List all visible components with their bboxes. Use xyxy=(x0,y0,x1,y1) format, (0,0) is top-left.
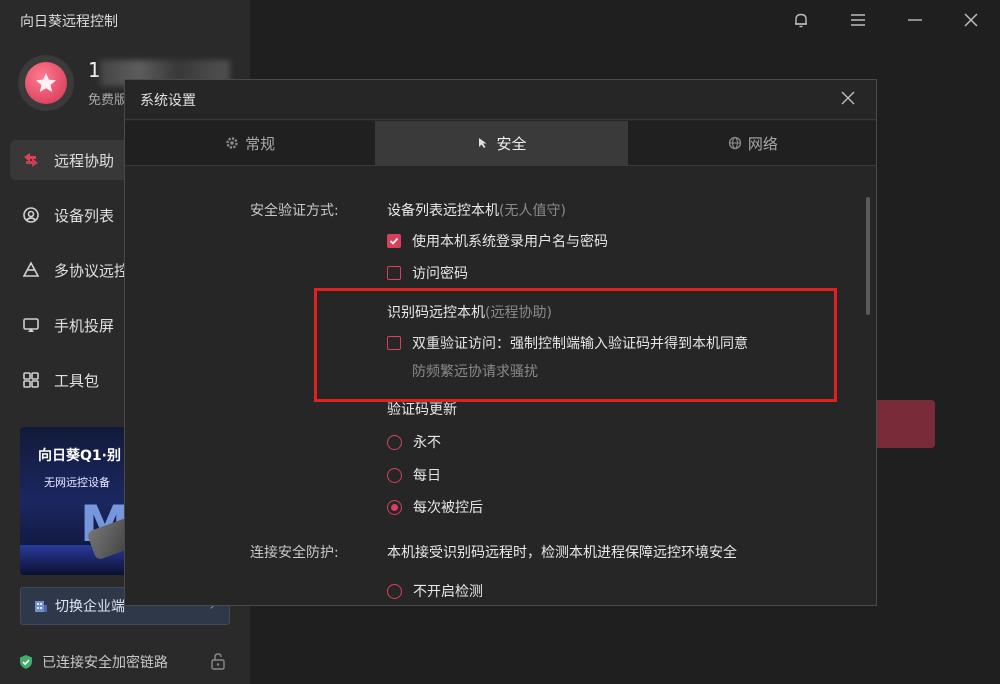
highlight-annotation-box xyxy=(314,288,837,402)
connection-status: 已连接安全加密链路 xyxy=(18,652,168,672)
radio-unselected-icon xyxy=(387,467,402,483)
device-list-section-title: 设备列表远控本机(无人值守) xyxy=(387,200,566,220)
radio-unselected-icon xyxy=(387,583,402,599)
radio-unselected-icon xyxy=(387,434,402,450)
tab-security[interactable]: 安全 xyxy=(376,121,628,165)
code-update-option-never[interactable]: 永不 xyxy=(387,432,441,452)
menu-icon[interactable] xyxy=(848,10,868,30)
code-update-option-daily[interactable]: 每日 xyxy=(387,465,441,485)
dialog-header: 系统设置 xyxy=(125,80,876,120)
tab-label: 网络 xyxy=(747,134,778,153)
unlock-icon[interactable] xyxy=(210,652,226,674)
sidebar-item-label: 远程协助 xyxy=(54,151,115,170)
sidebar-item-label: 设备列表 xyxy=(54,206,115,225)
tab-label: 安全 xyxy=(496,134,527,153)
radio-label: 不开启检测 xyxy=(413,584,483,600)
star-icon xyxy=(36,73,56,92)
connection-status-text: 已连接安全加密链路 xyxy=(42,655,168,671)
app-title: 向日葵远程控制 xyxy=(20,14,118,30)
switch-enterprise-label: 切换企业端 xyxy=(55,599,125,615)
multi-protocol-icon xyxy=(20,259,42,281)
user-plan: 免费版 xyxy=(88,93,128,108)
radio-label: 每日 xyxy=(413,468,441,484)
sidebar-item-label: 多协议远控 xyxy=(54,261,130,280)
screen-cast-icon xyxy=(20,314,42,336)
connection-protection-label: 连接安全防护: xyxy=(250,545,339,561)
security-cursor-icon xyxy=(476,136,490,150)
checkbox-unchecked-icon xyxy=(387,266,401,280)
building-icon xyxy=(33,598,49,614)
radio-label: 永不 xyxy=(413,435,441,451)
scrollbar-thumb[interactable] xyxy=(866,197,870,315)
gear-icon xyxy=(225,136,239,150)
avatar[interactable] xyxy=(18,55,74,111)
checkbox-checked-icon xyxy=(387,234,401,248)
minimize-icon[interactable] xyxy=(905,10,925,30)
radio-label: 每次被控后 xyxy=(413,500,483,516)
bell-icon[interactable] xyxy=(790,10,812,30)
shield-check-icon xyxy=(18,654,34,670)
tab-label: 常规 xyxy=(245,134,276,153)
close-window-icon[interactable] xyxy=(961,10,981,30)
auth-method-label: 安全验证方式: xyxy=(250,203,339,219)
globe-icon xyxy=(728,136,742,150)
user-name: 1 xyxy=(88,58,101,82)
device-list-icon xyxy=(20,204,42,226)
sidebar-item-label: 手机投屏 xyxy=(54,316,115,335)
settings-tabs: 常规 安全 网络 xyxy=(125,121,876,166)
device-list-note: (无人值守) xyxy=(499,203,566,219)
device-list-title-text: 设备列表远控本机 xyxy=(387,203,499,219)
dialog-title: 系统设置 xyxy=(140,92,196,109)
sidebar-item-label: 工具包 xyxy=(54,371,100,390)
code-update-title: 验证码更新 xyxy=(387,402,457,418)
close-icon[interactable] xyxy=(840,90,858,108)
connection-protection-desc: 本机接受识别码远程时，检测本机进程保障远控环境安全 xyxy=(387,545,737,561)
code-update-option-after-control[interactable]: 每次被控后 xyxy=(387,497,483,517)
use-system-login-checkbox[interactable]: 使用本机系统登录用户名与密码 xyxy=(387,231,608,251)
access-password-label: 访问密码 xyxy=(412,266,468,282)
radio-selected-icon xyxy=(387,499,402,515)
remote-assist-icon xyxy=(20,149,42,171)
protection-option-disabled[interactable]: 不开启检测 xyxy=(387,581,483,601)
promo-subtitle: 无网远控设备 xyxy=(44,476,110,489)
toolbox-icon xyxy=(20,369,42,391)
promo-title: 向日葵Q1·别 xyxy=(38,448,121,464)
tab-general[interactable]: 常规 xyxy=(125,121,377,165)
access-password-checkbox[interactable]: 访问密码 xyxy=(387,263,468,283)
tab-network[interactable]: 网络 xyxy=(627,121,876,165)
use-system-login-label: 使用本机系统登录用户名与密码 xyxy=(412,234,608,250)
